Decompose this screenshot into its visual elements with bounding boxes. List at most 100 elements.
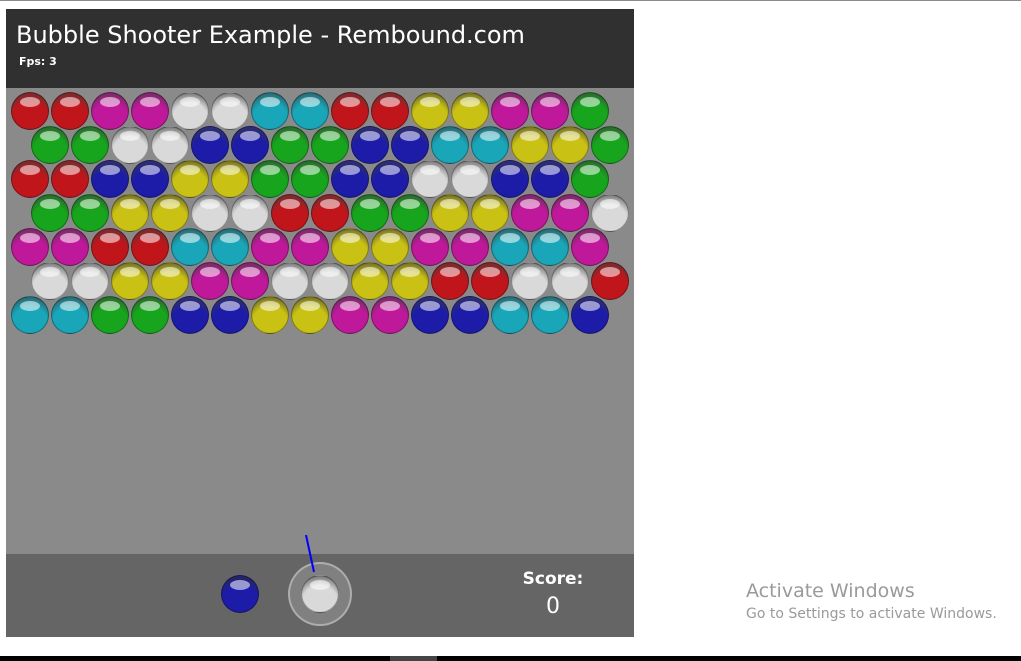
bubble-yellow xyxy=(151,262,189,300)
bubble-green xyxy=(31,126,69,164)
bubble-magenta xyxy=(571,228,609,266)
bubble-white xyxy=(231,194,269,232)
taskbar-item[interactable] xyxy=(390,656,437,661)
bubble-white xyxy=(111,126,149,164)
bubble-blue xyxy=(391,126,429,164)
bubble-yellow xyxy=(351,262,389,300)
bubble-blue xyxy=(371,160,409,198)
bubble-magenta xyxy=(411,228,449,266)
bubble-yellow xyxy=(111,262,149,300)
bubble-blue xyxy=(451,296,489,334)
bubble-grid[interactable] xyxy=(6,9,634,637)
bubble-blue xyxy=(231,126,269,164)
bubble-red xyxy=(591,262,629,300)
bubble-red xyxy=(271,194,309,232)
bubble-yellow xyxy=(511,126,549,164)
bubble-magenta xyxy=(531,92,569,130)
bubble-magenta xyxy=(491,92,529,130)
bubble-yellow xyxy=(391,262,429,300)
bubble-yellow xyxy=(111,194,149,232)
bubble-magenta xyxy=(371,296,409,334)
bubble-cyan xyxy=(211,228,249,266)
bubble-cyan xyxy=(171,228,209,266)
bubble-white xyxy=(451,160,489,198)
bubble-red xyxy=(431,262,469,300)
bubble-white xyxy=(31,262,69,300)
bubble-yellow xyxy=(291,296,329,334)
bubble-yellow xyxy=(151,194,189,232)
bubble-blue xyxy=(91,160,129,198)
bubble-green xyxy=(91,296,129,334)
bubble-white xyxy=(271,262,309,300)
bubble-cyan xyxy=(51,296,89,334)
bubble-red xyxy=(311,194,349,232)
bubble-blue xyxy=(411,296,449,334)
bubble-magenta xyxy=(191,262,229,300)
bubble-magenta xyxy=(231,262,269,300)
bubble-yellow xyxy=(371,228,409,266)
bubble-blue xyxy=(191,126,229,164)
bubble-green xyxy=(31,194,69,232)
bubble-magenta xyxy=(91,92,129,130)
bubble-yellow xyxy=(471,194,509,232)
bubble-cyan xyxy=(11,296,49,334)
bubble-cyan xyxy=(431,126,469,164)
bubble-yellow xyxy=(211,160,249,198)
bubble-blue xyxy=(211,296,249,334)
bubble-red xyxy=(51,160,89,198)
score-label: Score: xyxy=(522,569,584,589)
bubble-green xyxy=(251,160,289,198)
bubble-white xyxy=(191,194,229,232)
next-bubble xyxy=(221,575,259,613)
bubble-white xyxy=(171,92,209,130)
bubble-cyan xyxy=(291,92,329,130)
bubble-yellow xyxy=(431,194,469,232)
bubble-green xyxy=(391,194,429,232)
bubble-white xyxy=(151,126,189,164)
bubble-green xyxy=(71,194,109,232)
bubble-yellow xyxy=(451,92,489,130)
activate-windows-subtitle[interactable]: Go to Settings to activate Windows. xyxy=(746,606,997,622)
bubble-white xyxy=(311,262,349,300)
bubble-red xyxy=(131,228,169,266)
bubble-magenta xyxy=(291,228,329,266)
bubble-cyan xyxy=(491,228,529,266)
bubble-blue xyxy=(531,160,569,198)
bubble-magenta xyxy=(11,228,49,266)
bubble-green xyxy=(591,126,629,164)
bubble-magenta xyxy=(131,92,169,130)
score-value: 0 xyxy=(546,594,560,619)
bubble-white xyxy=(551,262,589,300)
bubble-white xyxy=(411,160,449,198)
bubble-blue xyxy=(131,160,169,198)
bubble-red xyxy=(471,262,509,300)
bubble-blue xyxy=(491,160,529,198)
bubble-red xyxy=(11,92,49,130)
game-canvas[interactable]: Bubble Shooter Example - Rembound.com Fp… xyxy=(6,9,634,637)
bubble-yellow xyxy=(411,92,449,130)
bubble-magenta xyxy=(511,194,549,232)
bubble-red xyxy=(11,160,49,198)
bubble-white xyxy=(71,262,109,300)
bubble-green xyxy=(571,92,609,130)
bubble-yellow xyxy=(171,160,209,198)
bubble-white xyxy=(511,262,549,300)
top-divider xyxy=(0,0,1021,1)
bubble-green xyxy=(71,126,109,164)
bubble-green xyxy=(571,160,609,198)
bubble-red xyxy=(51,92,89,130)
bubble-green xyxy=(271,126,309,164)
bubble-blue xyxy=(331,160,369,198)
bubble-yellow xyxy=(331,228,369,266)
bubble-red xyxy=(331,92,369,130)
current-bubble xyxy=(301,575,339,613)
bubble-blue xyxy=(351,126,389,164)
bubble-white xyxy=(211,92,249,130)
bubble-magenta xyxy=(551,194,589,232)
bubble-cyan xyxy=(491,296,529,334)
bubble-magenta xyxy=(51,228,89,266)
bubble-yellow xyxy=(251,296,289,334)
bubble-cyan xyxy=(471,126,509,164)
bubble-cyan xyxy=(251,92,289,130)
bubble-blue xyxy=(171,296,209,334)
